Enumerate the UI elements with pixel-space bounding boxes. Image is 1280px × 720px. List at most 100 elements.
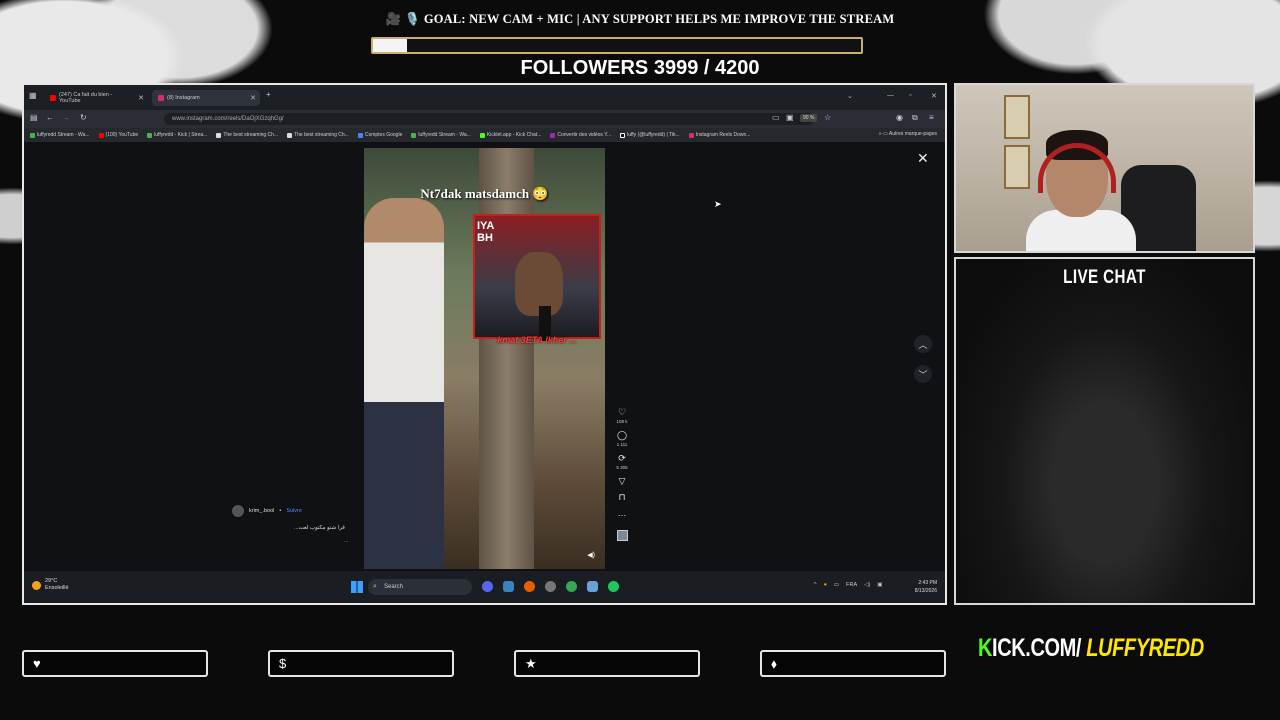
sun-icon (32, 580, 41, 590)
extensions-icon[interactable]: ⧉ (912, 113, 918, 123)
reel-author[interactable]: krim_.bool • Suivre (232, 505, 302, 517)
inset-video: IYA BH (473, 214, 601, 341)
weather-widget[interactable]: 29°C Ensoleillé (32, 578, 69, 592)
screenshot-icon[interactable]: ▣ (786, 113, 794, 122)
tray-chevron-icon[interactable]: ^ (814, 582, 817, 588)
bookmark-item[interactable]: The best streaming Ch... (287, 132, 349, 138)
tab-close-icon[interactable]: ✕ (250, 94, 256, 102)
wall-frame (1004, 95, 1030, 139)
drop-icon: ⬧ (771, 655, 777, 671)
forward-icon[interactable]: → (62, 113, 70, 122)
menu-icon[interactable]: ≡ (929, 113, 934, 122)
bookmark-item[interactable]: The best streaming Ch... (216, 132, 278, 138)
tree-trunk (479, 148, 534, 569)
taskbar-clock[interactable]: 2:43 PM 8/13/2026 (915, 579, 937, 595)
maximize-icon[interactable]: ▫ (909, 92, 911, 99)
keyboard-icon[interactable]: ▭ (834, 582, 839, 588)
bookmarks-bar: luffyredd Stream - Wa... (100) YouTube l… (24, 128, 945, 142)
new-tab-icon[interactable]: + (266, 90, 271, 99)
mute-icon[interactable]: ◀) (587, 551, 595, 559)
person-figure (364, 198, 444, 569)
browser-nav-bar: ▤ ← → ↻ www.instagram.com/reels/DaOjXGzq… (24, 110, 945, 128)
comment-count: 1 111 (616, 442, 628, 447)
save-action[interactable]: ⊓ (618, 492, 625, 502)
audio-thumbnail[interactable] (616, 530, 628, 541)
reel-description: قرا شنو مكتوب لعت... (294, 525, 345, 531)
star-icon: ★ (525, 655, 537, 671)
instagram-reel-viewer: Nt7dak matsdamch 😳 IYA BH kmat 3ETA lkhe… (24, 142, 945, 574)
tab-close-icon[interactable]: ✕ (138, 94, 144, 102)
bookmark-item[interactable]: luffyredd - Kick | Strea... (147, 132, 207, 138)
webcam-feed (954, 83, 1255, 253)
chevron-up-icon[interactable]: ︿ (914, 335, 932, 353)
obs-icon[interactable] (545, 581, 556, 592)
reel-video[interactable]: Nt7dak matsdamch 😳 IYA BH kmat 3ETA lkhe… (364, 148, 605, 569)
bookmark-star-icon[interactable]: ☆ (824, 113, 831, 122)
share-action[interactable]: ▽ (619, 476, 626, 486)
more-icon: … (617, 508, 627, 518)
window-menu-icon[interactable]: ▦ (29, 91, 37, 100)
tab-list-icon[interactable]: ⌄ (847, 92, 853, 100)
bookmark-item[interactable]: Kicklet.app - Kick Chat... (479, 132, 541, 138)
bookmark-item[interactable]: luffy (@luffyredd) | Tik... (620, 132, 680, 138)
close-window-icon[interactable]: ✕ (931, 92, 937, 100)
bookmark-item[interactable]: Convertir des vidéos Y... (550, 132, 611, 138)
repost-action[interactable]: ⟳ 5 305 (616, 453, 627, 470)
more-link[interactable]: ... (344, 538, 349, 544)
like-count: 108 k (616, 419, 628, 424)
inset-subtitle: kmat 3ETA lkher ... (497, 335, 577, 345)
author-name[interactable]: krim_.bool (249, 508, 274, 514)
folder-icon: » ▭ (878, 131, 889, 137)
network-icon[interactable]: ▣ (877, 582, 882, 588)
screen-capture: ▦ (247) Ca fait du bien - YouTube ✕ (8) … (22, 83, 947, 605)
tab-title: (8) Instagram (167, 95, 200, 101)
tip-alert-box: ⬧ (760, 650, 946, 677)
live-chat-title: LIVE CHAT (1063, 267, 1146, 288)
bookmark-item[interactable]: (100) YouTube (98, 132, 138, 138)
goal-progress-bar (371, 37, 863, 54)
like-action[interactable]: ♡ 108 k (616, 407, 627, 424)
reader-icon[interactable]: ▭ (772, 113, 780, 122)
instagram-favicon-icon (688, 132, 694, 138)
language-indicator[interactable]: FRA (846, 582, 857, 588)
tab-youtube[interactable]: (247) Ca fait du bien - YouTube ✕ (44, 90, 148, 106)
reel-caption: Nt7dak matsdamch 😳 (420, 186, 549, 201)
search-icon: ⌕ (373, 583, 377, 590)
bookmark-item[interactable]: luffyredd Stream - Wa... (411, 132, 471, 138)
firefox-icon[interactable] (524, 581, 535, 592)
more-action[interactable]: … (618, 508, 627, 518)
bookmark-item[interactable]: Instagram Reels Down... (688, 132, 750, 138)
zoom-level[interactable]: 90 % (800, 114, 818, 122)
app-icon[interactable] (503, 581, 514, 592)
app-icon[interactable] (608, 581, 619, 592)
tab-instagram[interactable]: (8) Instagram ✕ (152, 90, 260, 106)
search-label: Search (384, 584, 404, 590)
address-bar[interactable]: www.instagram.com/reels/DaOjXGzqhGg/ (164, 113, 814, 125)
repost-icon: ⟳ (618, 453, 626, 463)
comment-action[interactable]: ◯ 1 111 (617, 430, 628, 447)
converter-favicon-icon (550, 132, 556, 138)
speaker-icon[interactable]: ◁) (864, 582, 870, 588)
kicklet-favicon-icon (479, 132, 485, 138)
other-bookmarks[interactable]: » ▭ Autres marque-pages (879, 131, 937, 137)
bookmark-item[interactable]: luffyredd Stream - Wa... (30, 132, 90, 138)
close-icon[interactable]: ✕ (917, 150, 929, 167)
start-menu-icon[interactable] (351, 581, 363, 593)
back-icon[interactable]: ← (46, 113, 54, 122)
reload-icon[interactable]: ↻ (80, 113, 87, 122)
profile-icon[interactable]: ◉ (896, 113, 903, 122)
discord-icon[interactable] (482, 581, 493, 592)
avatar[interactable] (232, 505, 244, 517)
sidebar-icon[interactable]: ▤ (30, 113, 38, 122)
kick-channel-url: KICK.COM/ LUFFYREDD (978, 634, 1204, 663)
chevron-down-icon[interactable]: ﹀ (914, 365, 932, 383)
youtube-favicon-icon (50, 95, 56, 101)
taskbar-search[interactable]: ⌕ Search (368, 579, 472, 595)
donation-alert-box: $ (268, 650, 454, 677)
bookmark-item[interactable]: Comptes Google (357, 132, 402, 138)
app-icon[interactable] (587, 581, 598, 592)
chrome-icon[interactable] (566, 581, 577, 592)
microphone-icon[interactable]: ● (824, 582, 827, 588)
follow-button[interactable]: Suivre (286, 508, 302, 514)
minimize-icon[interactable]: — (887, 92, 894, 99)
